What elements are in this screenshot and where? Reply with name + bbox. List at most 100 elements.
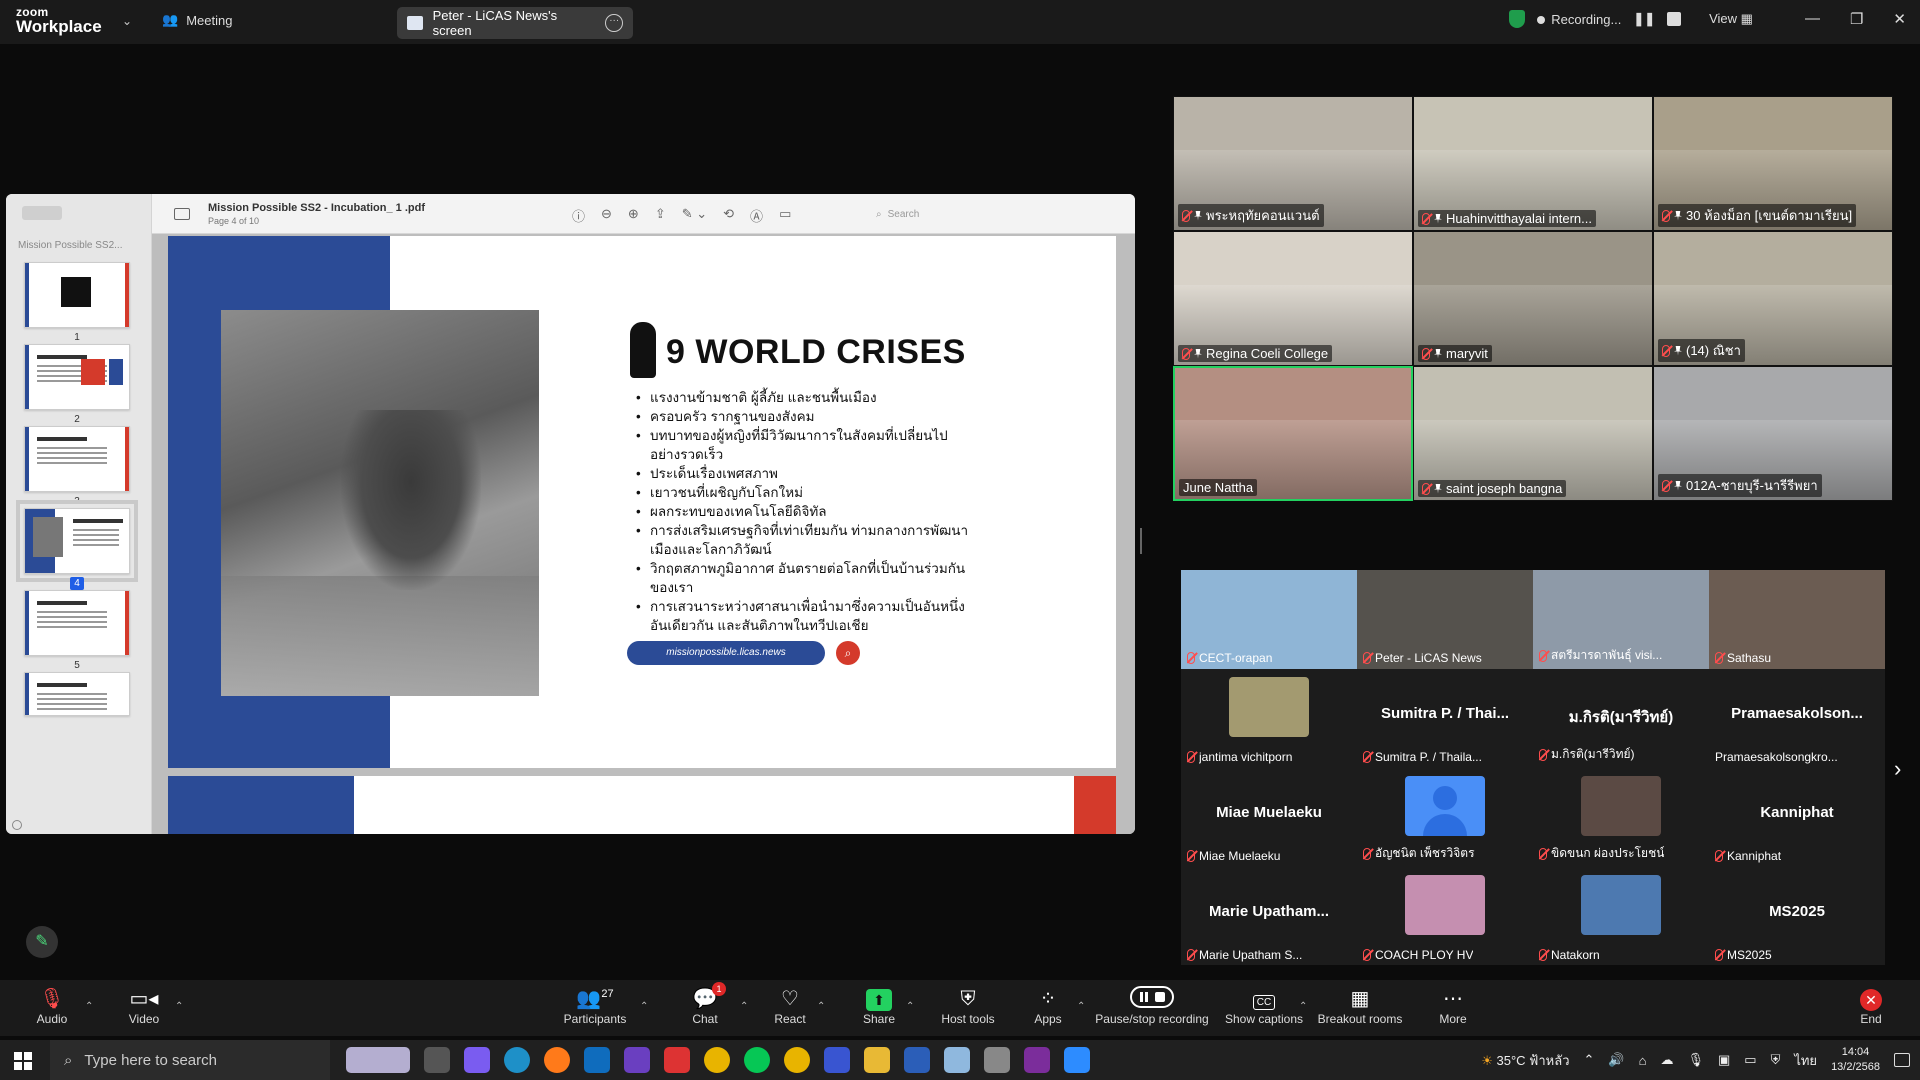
video-tile[interactable]: saint joseph bangna xyxy=(1413,366,1653,501)
chevron-down-icon[interactable]: ⌄ xyxy=(122,14,132,28)
m365-icon[interactable] xyxy=(624,1047,650,1073)
participant-tile[interactable]: ขิดขนก ผ่องประโยชน์ xyxy=(1533,768,1709,867)
view-button[interactable]: View ▦ xyxy=(1709,11,1753,27)
participant-tile[interactable]: Pramaesakolson... Pramaesakolsongkro... xyxy=(1709,669,1885,768)
zoom-out-icon[interactable]: ⊖ xyxy=(601,206,612,225)
acrobat-icon[interactable] xyxy=(664,1047,690,1073)
video-tile[interactable]: พระหฤทัยคอนแวนต์ xyxy=(1173,96,1413,231)
weather-widget[interactable]: ☀ 35°C ฟ้าหลัว xyxy=(1481,1050,1569,1071)
teams-icon[interactable] xyxy=(824,1047,850,1073)
react-button[interactable]: ♡ ⌃ React xyxy=(745,986,835,1026)
word-icon[interactable] xyxy=(904,1047,930,1073)
app-icon[interactable] xyxy=(1024,1047,1050,1073)
share-icon[interactable]: ⇪ xyxy=(655,206,666,225)
participant-tile[interactable]: อัญชนิต เพ็ชรวิจิตร xyxy=(1357,768,1533,867)
audio-button[interactable]: 🎙 ⌃ Audio xyxy=(7,986,97,1026)
chat-button[interactable]: 💬 1 ⌃ Chat xyxy=(660,982,750,1026)
next-page-arrow-icon[interactable]: › xyxy=(1894,756,1901,782)
clock[interactable]: 14:04 13/2/2568 xyxy=(1831,1045,1880,1075)
page-thumbnail-5[interactable] xyxy=(24,590,130,656)
markup-pen-icon[interactable]: ✎ ⌄ xyxy=(682,206,707,225)
chevron-up-icon[interactable]: ⌃ xyxy=(1584,1052,1595,1068)
copilot-icon[interactable] xyxy=(464,1047,490,1073)
annotate-pen-icon[interactable]: ✎ xyxy=(26,926,58,958)
participant-tile[interactable]: Kanniphat Kanniphat xyxy=(1709,768,1885,867)
minimize-icon[interactable]: — xyxy=(1805,10,1820,28)
pdf-search-field[interactable]: ⌕ Search xyxy=(876,204,1116,224)
sidebar-toggle-icon[interactable] xyxy=(22,206,62,220)
video-tile[interactable]: (14) ณิชา xyxy=(1653,231,1893,366)
annotate-icon[interactable]: Ⓐ xyxy=(750,206,763,225)
close-icon[interactable]: ✕ xyxy=(1893,10,1906,28)
cloud-icon[interactable]: ☁ xyxy=(1660,1052,1673,1068)
split-handle[interactable] xyxy=(1140,528,1142,554)
participant-tile[interactable]: Miae Muelaeku Miae Muelaeku xyxy=(1181,768,1357,867)
vpn-icon[interactable]: ⛨ xyxy=(1771,1052,1781,1068)
page-thumbnail-3[interactable] xyxy=(24,426,130,492)
video-tile[interactable]: maryvit xyxy=(1413,231,1653,366)
pause-stop-recording-button[interactable]: Pause/stop recording xyxy=(1087,986,1217,1026)
taskbar-search[interactable]: ⌕ Type here to search xyxy=(50,1040,330,1080)
info-icon[interactable]: ⓘ xyxy=(572,206,585,225)
end-button[interactable]: ✕ End xyxy=(1826,986,1916,1026)
form-fill-icon[interactable]: ▭ xyxy=(779,206,791,225)
stop-recording-icon[interactable] xyxy=(1667,12,1682,26)
windows-start-icon[interactable] xyxy=(14,1052,32,1070)
page-thumbnail-4[interactable] xyxy=(16,500,138,582)
participant-tile[interactable]: Natakorn xyxy=(1533,867,1709,966)
edge-icon[interactable] xyxy=(504,1047,530,1073)
search-highlight-icon[interactable] xyxy=(346,1047,410,1073)
zoom-in-icon[interactable]: ⊕ xyxy=(628,206,639,225)
participant-tile[interactable]: ม.กิรติ(มารีวิทย์) ม.กิรติ(มารีวิทย์) xyxy=(1533,669,1709,768)
participant-tile[interactable]: Marie Upatham... Marie Upatham S... xyxy=(1181,867,1357,966)
chrome-icon[interactable] xyxy=(704,1047,730,1073)
calculator-icon[interactable] xyxy=(984,1047,1010,1073)
participant-tile[interactable]: CECT-orapan xyxy=(1181,570,1357,669)
view-mode-icon[interactable] xyxy=(174,208,190,220)
page-thumbnail-2[interactable] xyxy=(24,344,130,410)
video-tile[interactable]: Huahinvitthayalai intern... xyxy=(1413,96,1653,231)
restore-icon[interactable]: ❐ xyxy=(1850,10,1863,28)
participants-button[interactable]: 👥27 ⌃ Participants xyxy=(550,986,649,1026)
video-tile[interactable]: June Nattha xyxy=(1173,366,1413,501)
tray-app-icon[interactable]: ▣ xyxy=(1718,1052,1730,1068)
participant-tile[interactable]: Sathasu xyxy=(1709,570,1885,669)
website-link[interactable]: missionpossible.licas.news xyxy=(627,641,825,665)
screen-share-indicator[interactable]: Peter - LiCAS News's screen ··· xyxy=(397,7,633,39)
participant-tile[interactable]: MS2025 MS2025 xyxy=(1709,867,1885,966)
notification-icon[interactable] xyxy=(1894,1053,1910,1067)
show-captions-button[interactable]: CC ⌃ Show captions xyxy=(1219,986,1309,1026)
security-shield-icon[interactable] xyxy=(1509,10,1526,28)
task-view-icon[interactable] xyxy=(424,1047,450,1073)
video-button[interactable]: ▭◂ ⌃ Video xyxy=(99,986,189,1026)
page-thumbnail-1[interactable] xyxy=(24,262,130,328)
firefox-icon[interactable] xyxy=(544,1047,570,1073)
breakout-rooms-button[interactable]: ▦ Breakout rooms xyxy=(1315,986,1405,1026)
page-thumbnail-6[interactable] xyxy=(24,672,130,716)
apps-button[interactable]: ⁘ ⌃ Apps xyxy=(1003,986,1093,1026)
more-options-icon[interactable]: ··· xyxy=(605,14,623,32)
notes-icon[interactable] xyxy=(944,1047,970,1073)
file-explorer-icon[interactable] xyxy=(864,1047,890,1073)
participant-tile[interactable]: Sumitra P. / Thai... Sumitra P. / Thaila.… xyxy=(1357,669,1533,768)
meeting-info-button[interactable]: 👥 Meeting xyxy=(162,12,232,28)
volume-icon[interactable]: 🔊 xyxy=(1608,1052,1624,1068)
video-tile[interactable]: 012A-ชายบุรี-นารีรีพยา xyxy=(1653,366,1893,501)
display-icon[interactable]: ▭ xyxy=(1744,1052,1756,1068)
participant-tile[interactable]: Peter - LiCAS News xyxy=(1357,570,1533,669)
video-tile[interactable]: Regina Coeli College xyxy=(1173,231,1413,366)
add-page-icon[interactable] xyxy=(12,820,22,830)
network-icon[interactable]: ⌂ xyxy=(1639,1053,1647,1068)
pause-recording-icon[interactable]: ❚❚ xyxy=(1633,11,1655,27)
participant-tile[interactable]: COACH PLOY HV xyxy=(1357,867,1533,966)
participant-tile[interactable]: สตรีมารดาพันธุ์ visi... xyxy=(1533,570,1709,669)
video-tile[interactable]: 30 ห้องม็อก [เขนต์ดามาเรียน] xyxy=(1653,96,1893,231)
more-button[interactable]: ⋯ More xyxy=(1408,986,1498,1026)
pdf-canvas[interactable]: 9 WORLD CRISES แรงงานข้ามชาติ ผู้ลี้ภัย … xyxy=(152,234,1135,834)
outlook-icon[interactable] xyxy=(584,1047,610,1073)
share-button[interactable]: ⬆ ⌃ Share xyxy=(834,986,924,1026)
participant-tile[interactable]: jantima vichitporn xyxy=(1181,669,1357,768)
line-icon[interactable] xyxy=(744,1047,770,1073)
host-tools-button[interactable]: ⛨ Host tools xyxy=(923,986,1013,1026)
rotate-icon[interactable]: ⟲ xyxy=(723,206,734,225)
